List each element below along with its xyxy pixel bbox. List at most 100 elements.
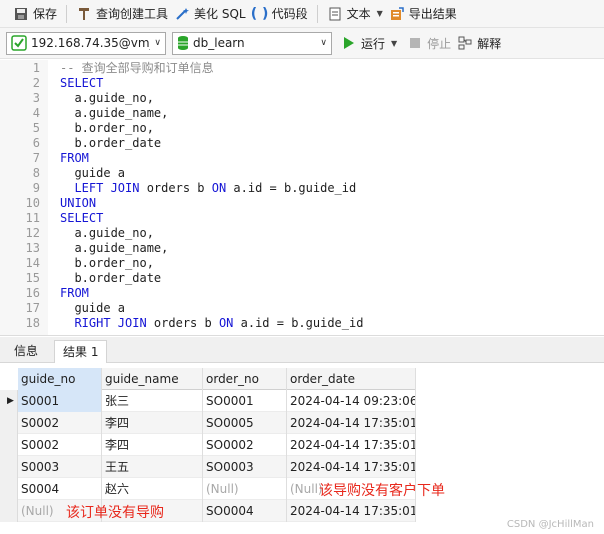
cell-guide-name[interactable]: 李四 xyxy=(102,412,203,434)
sql-token: guide a xyxy=(60,166,126,180)
save-icon xyxy=(13,6,29,22)
code-text: SELECT xyxy=(60,211,103,226)
sql-keyword: UNION xyxy=(60,196,97,210)
table-row[interactable]: S0001 张三 SO0001 2024-04-14 09:23:06 xyxy=(18,390,416,412)
cell-guide-name[interactable]: 赵六 xyxy=(102,478,203,500)
main-toolbar: 保存 查询创建工具 美化 SQL ( ) 代码段 文本 ▼ 导出结果 xyxy=(0,0,604,28)
code-text: a.guide_no, xyxy=(60,226,153,241)
tab-result-1[interactable]: 结果 1 xyxy=(54,340,108,363)
connection-select[interactable]: 192.168.74.35@vm_r ∨ xyxy=(6,31,166,55)
chevron-down-icon: ▼ xyxy=(376,9,383,18)
code-text: guide a xyxy=(60,166,125,181)
line-number: 14 xyxy=(25,256,40,270)
code-line: 15 b.order_date xyxy=(0,271,604,286)
magic-wand-icon xyxy=(174,6,190,22)
code-line: 6 b.order_date xyxy=(0,136,604,151)
text-button[interactable]: 文本 ▼ xyxy=(324,3,386,25)
cell-order-date[interactable]: 2024-04-14 17:35:01 xyxy=(287,412,416,434)
line-number: 12 xyxy=(25,226,40,240)
code-text: b.order_date xyxy=(60,271,161,286)
stop-button[interactable]: 停止 xyxy=(404,32,454,54)
export-results-label: 导出结果 xyxy=(408,7,457,21)
sql-token: b.order_date xyxy=(60,136,162,150)
sql-token: a.guide_name, xyxy=(60,241,169,255)
sql-keyword: RIGHT JOIN xyxy=(74,316,147,330)
table-row[interactable]: S0002 李四 SO0005 2024-04-14 17:35:01 xyxy=(18,412,416,434)
database-select[interactable]: db_learn ∨ xyxy=(172,31,332,55)
code-line: 11 SELECT xyxy=(0,211,604,226)
cell-order-no[interactable]: SO0004 xyxy=(203,500,287,522)
run-button[interactable]: 运行 ▼ xyxy=(338,32,400,54)
column-header-order-date[interactable]: order_date xyxy=(287,368,416,390)
cell-order-date[interactable]: 2024-04-14 09:23:06 xyxy=(287,390,416,412)
line-number: 2 xyxy=(32,76,40,90)
result-grid[interactable]: guide_no guide_name order_no order_date … xyxy=(0,364,604,534)
sql-keyword: LEFT JOIN xyxy=(74,181,140,195)
line-number: 18 xyxy=(25,316,40,330)
sql-token: a.guide_name, xyxy=(60,106,169,120)
sql-token: b.order_date xyxy=(60,271,162,285)
tab-info[interactable]: 信息 xyxy=(6,340,46,363)
table-row[interactable]: S0003 王五 SO0003 2024-04-14 17:35:01 xyxy=(18,456,416,478)
code-text: a.guide_name, xyxy=(60,106,168,121)
database-icon xyxy=(177,35,189,51)
parentheses-icon: ( ) xyxy=(250,5,269,22)
cell-order-no[interactable]: SO0002 xyxy=(203,434,287,456)
export-icon xyxy=(389,6,405,22)
cell-guide-name[interactable]: 张三 xyxy=(102,390,203,412)
code-line: 17 guide a xyxy=(0,301,604,316)
sql-token: orders b xyxy=(139,181,212,195)
code-text: a.guide_no, xyxy=(60,91,154,106)
beautify-sql-button[interactable]: 美化 SQL xyxy=(171,3,249,25)
cell-order-no[interactable]: SO0003 xyxy=(203,456,287,478)
cell-guide-no[interactable]: S0003 xyxy=(18,456,102,478)
line-number: 6 xyxy=(32,136,40,150)
cell-guide-name[interactable]: 王五 xyxy=(102,456,203,478)
connection-value: 192.168.74.35@vm_r xyxy=(31,36,151,50)
code-text: FROM xyxy=(60,151,89,166)
query-builder-button[interactable]: 查询创建工具 xyxy=(73,3,171,25)
database-value: db_learn xyxy=(193,36,245,50)
line-number: 7 xyxy=(32,151,40,165)
code-snippet-button[interactable]: ( ) 代码段 xyxy=(249,3,311,25)
column-header-order-no[interactable]: order_no xyxy=(203,368,287,390)
column-header-guide-name[interactable]: guide_name xyxy=(102,368,203,390)
beautify-sql-label: 美化 SQL xyxy=(194,7,246,21)
query-builder-label: 查询创建工具 xyxy=(96,7,169,21)
cell-order-no[interactable]: (Null) xyxy=(203,478,287,500)
cell-order-date[interactable]: 2024-04-14 17:35:01 xyxy=(287,456,416,478)
column-header-guide-no[interactable]: guide_no xyxy=(18,368,102,390)
text-label: 文本 xyxy=(346,7,371,21)
sql-token: orders b xyxy=(146,316,219,330)
cell-guide-no[interactable]: S0004 xyxy=(18,478,102,500)
code-line: 18 RIGHT JOIN orders b ON a.id = b.guide… xyxy=(0,316,604,331)
cell-guide-no[interactable]: S0002 xyxy=(18,434,102,456)
sql-token: b.order_no, xyxy=(60,256,154,270)
export-results-button[interactable]: 导出结果 xyxy=(386,3,460,25)
cell-order-no[interactable]: SO0005 xyxy=(203,412,287,434)
line-number: 11 xyxy=(25,211,40,225)
cell-order-no[interactable]: SO0001 xyxy=(203,390,287,412)
cell-guide-name[interactable]: 李四 xyxy=(102,434,203,456)
code-text: SELECT xyxy=(60,76,103,91)
save-label: 保存 xyxy=(33,7,58,21)
line-number: 15 xyxy=(25,271,40,285)
cell-guide-no[interactable]: S0002 xyxy=(18,412,102,434)
explain-button[interactable]: 解释 xyxy=(454,32,504,54)
cell-order-date[interactable]: 2024-04-14 17:35:01 xyxy=(287,434,416,456)
code-line: 12 a.guide_no, xyxy=(0,226,604,241)
table-row[interactable]: S0002 李四 SO0002 2024-04-14 17:35:01 xyxy=(18,434,416,456)
cell-guide-no[interactable]: S0001 xyxy=(18,390,102,412)
code-text: UNION xyxy=(60,196,96,211)
cell-order-date[interactable]: 2024-04-14 17:35:01 xyxy=(287,500,416,522)
play-icon xyxy=(341,35,357,51)
current-row-indicator-icon: ▶ xyxy=(7,396,14,406)
toolbar-divider xyxy=(316,4,318,23)
sql-token: a.guide_no, xyxy=(60,91,154,105)
sql-editor[interactable]: 1 -- 查询全部导购和订单信息 2 SELECT 3 a.guide_no, 4 a.g… xyxy=(0,60,604,336)
annotation-no-guide: 该订单没有导购 xyxy=(66,505,164,521)
result-tabs: 信息 结果 1 xyxy=(0,337,604,363)
save-button[interactable]: 保存 xyxy=(10,3,60,25)
